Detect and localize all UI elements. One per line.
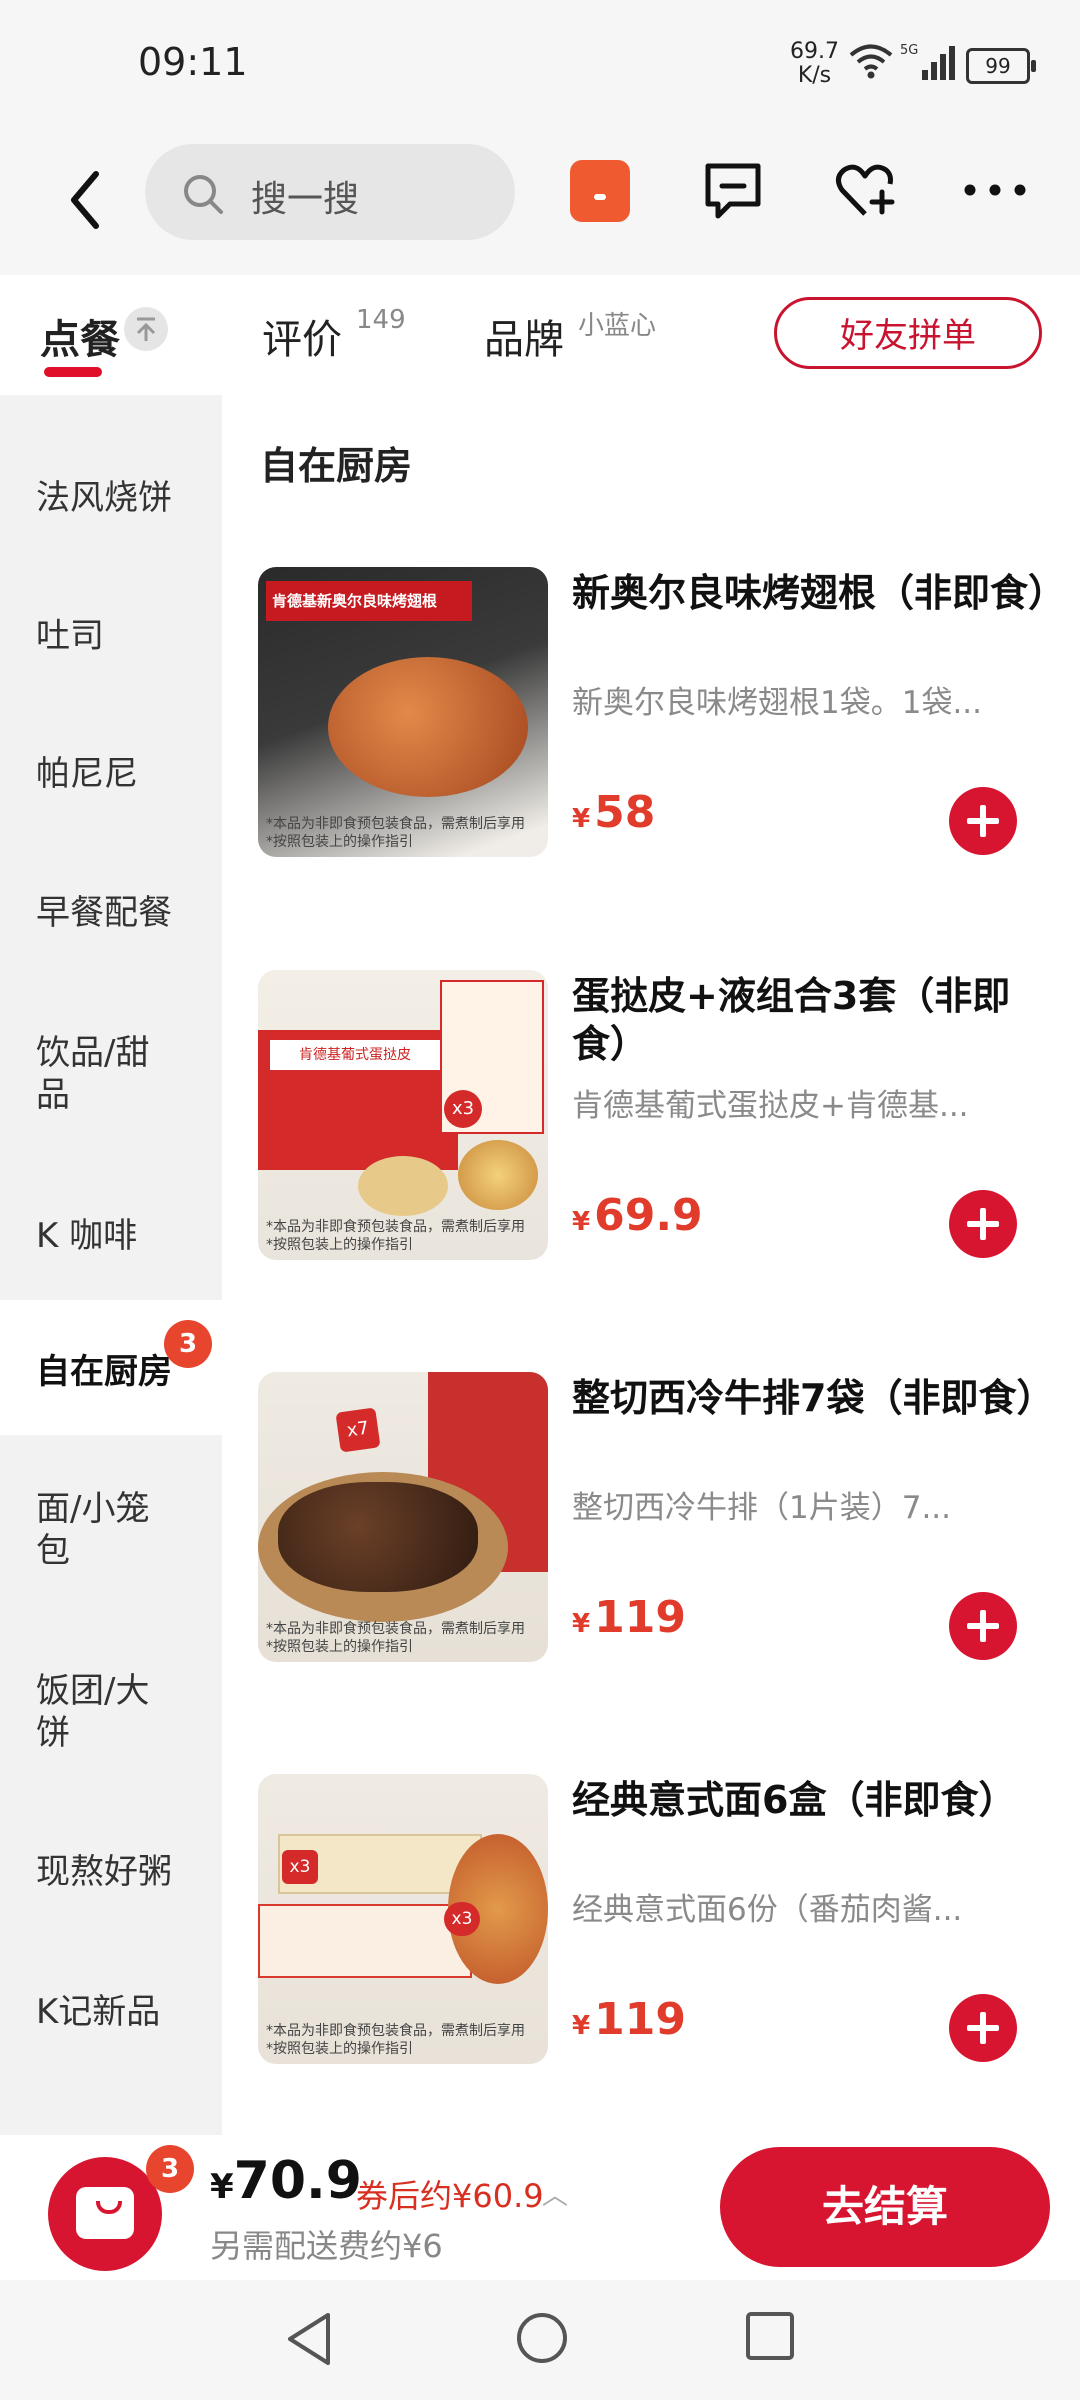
network-speed: 69.7 K/s <box>790 40 839 88</box>
add-to-cart-button[interactable] <box>949 787 1017 855</box>
chevron-up-icon[interactable]: ︿ <box>542 2175 568 2212</box>
product-image[interactable]: 肯德基新奥尔良味烤翅根 *本品为非即食预包装食品，需煮制后享用 *按照包装上的操作… <box>258 567 548 857</box>
battery-level: 99 <box>985 54 1011 78</box>
status-bar: 09:11 69.7 K/s 5G 99 <box>0 0 1080 130</box>
search-input[interactable]: 搜一搜 <box>145 144 515 240</box>
reviews-count: 149 <box>356 305 406 335</box>
product-name: 整切西冷牛排7袋（非即食） <box>572 1376 1055 1420</box>
more-options-icon[interactable] <box>962 180 1028 200</box>
product-image[interactable]: x7 *本品为非即食预包装食品，需煮制后享用 *按照包装上的操作指引 <box>258 1372 548 1662</box>
product-image-note: *本品为非即食预包装食品，需煮制后享用 *按照包装上的操作指引 <box>266 1219 525 1253</box>
category-count-badge: 3 <box>164 1320 212 1368</box>
wifi-icon <box>849 44 893 79</box>
active-tab-indicator <box>44 367 102 377</box>
package-title: 肯德基新奥尔良味烤翅根 <box>266 581 472 621</box>
message-icon[interactable] <box>700 158 766 224</box>
product-price: ¥69.9 <box>572 1190 703 1241</box>
scroll-top-icon[interactable] <box>124 307 168 351</box>
search-icon <box>184 175 223 214</box>
sidebar-item-category[interactable]: K 咖啡 <box>36 1215 206 1257</box>
system-navigation-bar <box>0 2280 1080 2400</box>
shopping-bag-icon <box>76 2187 134 2239</box>
nav-recents-icon[interactable] <box>744 2310 796 2362</box>
sidebar-item-category[interactable]: 饮品/甜品 <box>36 1032 166 1116</box>
steak-image <box>278 1482 478 1592</box>
category-sidebar: 法风烧饼 吐司 帕尼尼 早餐配餐 饮品/甜品 K 咖啡 自在厨房 3 面/小笼包… <box>0 395 222 2135</box>
signal-icon: 5G <box>900 43 955 80</box>
add-to-cart-button[interactable] <box>949 1592 1017 1660</box>
network-speed-value: 69.7 <box>790 39 839 64</box>
group-order-button[interactable]: 好友拼单 <box>774 297 1042 369</box>
chicken-image <box>328 657 528 797</box>
product-image[interactable]: x3 x3 *本品为非即食预包装食品，需煮制后享用 *按照包装上的操作指引 <box>258 1774 548 2064</box>
sidebar-item-category[interactable]: 饭团/大饼 <box>36 1670 166 1754</box>
top-header: 搜一搜 <box>0 130 1080 275</box>
tart-liquid-bowl <box>358 1156 448 1216</box>
red-packet-icon[interactable] <box>570 160 630 222</box>
sidebar-item-category[interactable]: 早餐配餐 <box>36 892 206 934</box>
product-image-note: *本品为非即食预包装食品，需煮制后享用 *按照包装上的操作指引 <box>266 2023 525 2057</box>
nav-home-icon[interactable] <box>514 2310 570 2366</box>
product-description: 肯德基葡式蛋挞皮+肯德基... <box>572 1088 969 1124</box>
product-name: 蛋挞皮+液组合3套（非即食） <box>572 974 1011 1066</box>
tab-brand[interactable]: 品牌 <box>484 307 564 365</box>
product-image-note: *本品为非即食预包装食品，需煮制后享用 *按照包装上的操作指引 <box>266 816 525 850</box>
status-time: 09:11 <box>138 40 248 84</box>
quantity-badge: x7 <box>335 1407 381 1453</box>
quantity-badge: x3 <box>444 1902 480 1936</box>
network-type-label: 5G <box>900 43 918 58</box>
cart-total: ¥70.9 <box>210 2151 362 2211</box>
sidebar-item-category[interactable]: K记新品 <box>36 1991 206 2033</box>
sidebar-item-category[interactable]: 吐司 <box>36 615 206 657</box>
battery-icon: 99 <box>966 48 1036 84</box>
brand-subtitle: 小蓝心 <box>578 311 657 341</box>
shipping-fee-note: 另需配送费约¥6 <box>210 2227 443 2265</box>
product-price: ¥58 <box>572 787 656 838</box>
product-description: 新奥尔良味烤翅根1袋。1袋... <box>572 685 983 721</box>
product-description: 经典意式面6份（番茄肉酱... <box>572 1892 963 1928</box>
add-to-cart-button[interactable] <box>949 1190 1017 1258</box>
nav-back-icon[interactable] <box>284 2310 334 2368</box>
product-image[interactable]: 肯德基葡式蛋挞皮 x3 *本品为非即食预包装食品，需煮制后享用 *按照包装上的操作… <box>258 970 548 1260</box>
tab-reviews[interactable]: 评价 <box>262 307 342 365</box>
quantity-badge: x3 <box>444 1090 482 1128</box>
product-image-note: *本品为非即食预包装食品，需煮制后享用 *按照包装上的操作指引 <box>266 1621 525 1655</box>
cart-bar: 3 ¥70.9 券后约¥60.9 ︿ 另需配送费约¥6 去结算 <box>0 2135 1080 2280</box>
search-placeholder: 搜一搜 <box>251 179 360 220</box>
product-description: 整切西冷牛排（1片装）7... <box>572 1490 952 1526</box>
network-speed-unit: K/s <box>797 63 832 88</box>
coupon-price[interactable]: 券后约¥60.9 <box>356 2171 544 2217</box>
tab-order[interactable]: 点餐 <box>40 307 120 365</box>
product-item[interactable]: x3 x3 *本品为非即食预包装食品，需煮制后享用 *按照包装上的操作指引 经典意… <box>222 1774 1080 2074</box>
add-to-cart-button[interactable] <box>949 1994 1017 2062</box>
egg-tart <box>458 1140 538 1210</box>
product-name: 新奥尔良味烤翅根（非即食） <box>572 571 1067 615</box>
quantity-badge: x3 <box>282 1850 318 1884</box>
checkout-button[interactable]: 去结算 <box>720 2147 1050 2267</box>
sidebar-item-category[interactable]: 法风烧饼 <box>36 477 206 519</box>
back-arrow-icon[interactable] <box>62 160 110 240</box>
section-title: 自在厨房 <box>260 444 413 488</box>
product-item[interactable]: x7 *本品为非即食预包装食品，需煮制后享用 *按照包装上的操作指引 整切西冷牛排… <box>222 1372 1080 1672</box>
favorite-add-icon[interactable] <box>832 158 898 224</box>
cart-count-badge: 3 <box>146 2145 194 2193</box>
sidebar-item-category[interactable]: 帕尼尼 <box>36 753 206 795</box>
package-title: 肯德基葡式蛋挞皮 <box>270 1040 440 1070</box>
product-price: ¥119 <box>572 1994 686 2045</box>
product-price: ¥119 <box>572 1592 686 1643</box>
sidebar-item-category[interactable]: 现熬好粥 <box>36 1851 206 1893</box>
pasta-box <box>258 1904 472 1978</box>
cart-button[interactable] <box>48 2157 162 2271</box>
sidebar-item-category[interactable]: 面/小笼包 <box>36 1488 166 1572</box>
product-item[interactable]: 肯德基葡式蛋挞皮 x3 *本品为非即食预包装食品，需煮制后享用 *按照包装上的操作… <box>222 970 1080 1270</box>
product-name: 经典意式面6盒（非即食） <box>572 1778 1017 1822</box>
product-list: 自在厨房 肯德基新奥尔良味烤翅根 *本品为非即食预包装食品，需煮制后享用 *按照包… <box>222 395 1080 2135</box>
tab-bar: 点餐 评价 149 品牌 小蓝心 好友拼单 <box>0 275 1080 395</box>
product-item[interactable]: 肯德基新奥尔良味烤翅根 *本品为非即食预包装食品，需煮制后享用 *按照包装上的操作… <box>222 567 1080 867</box>
